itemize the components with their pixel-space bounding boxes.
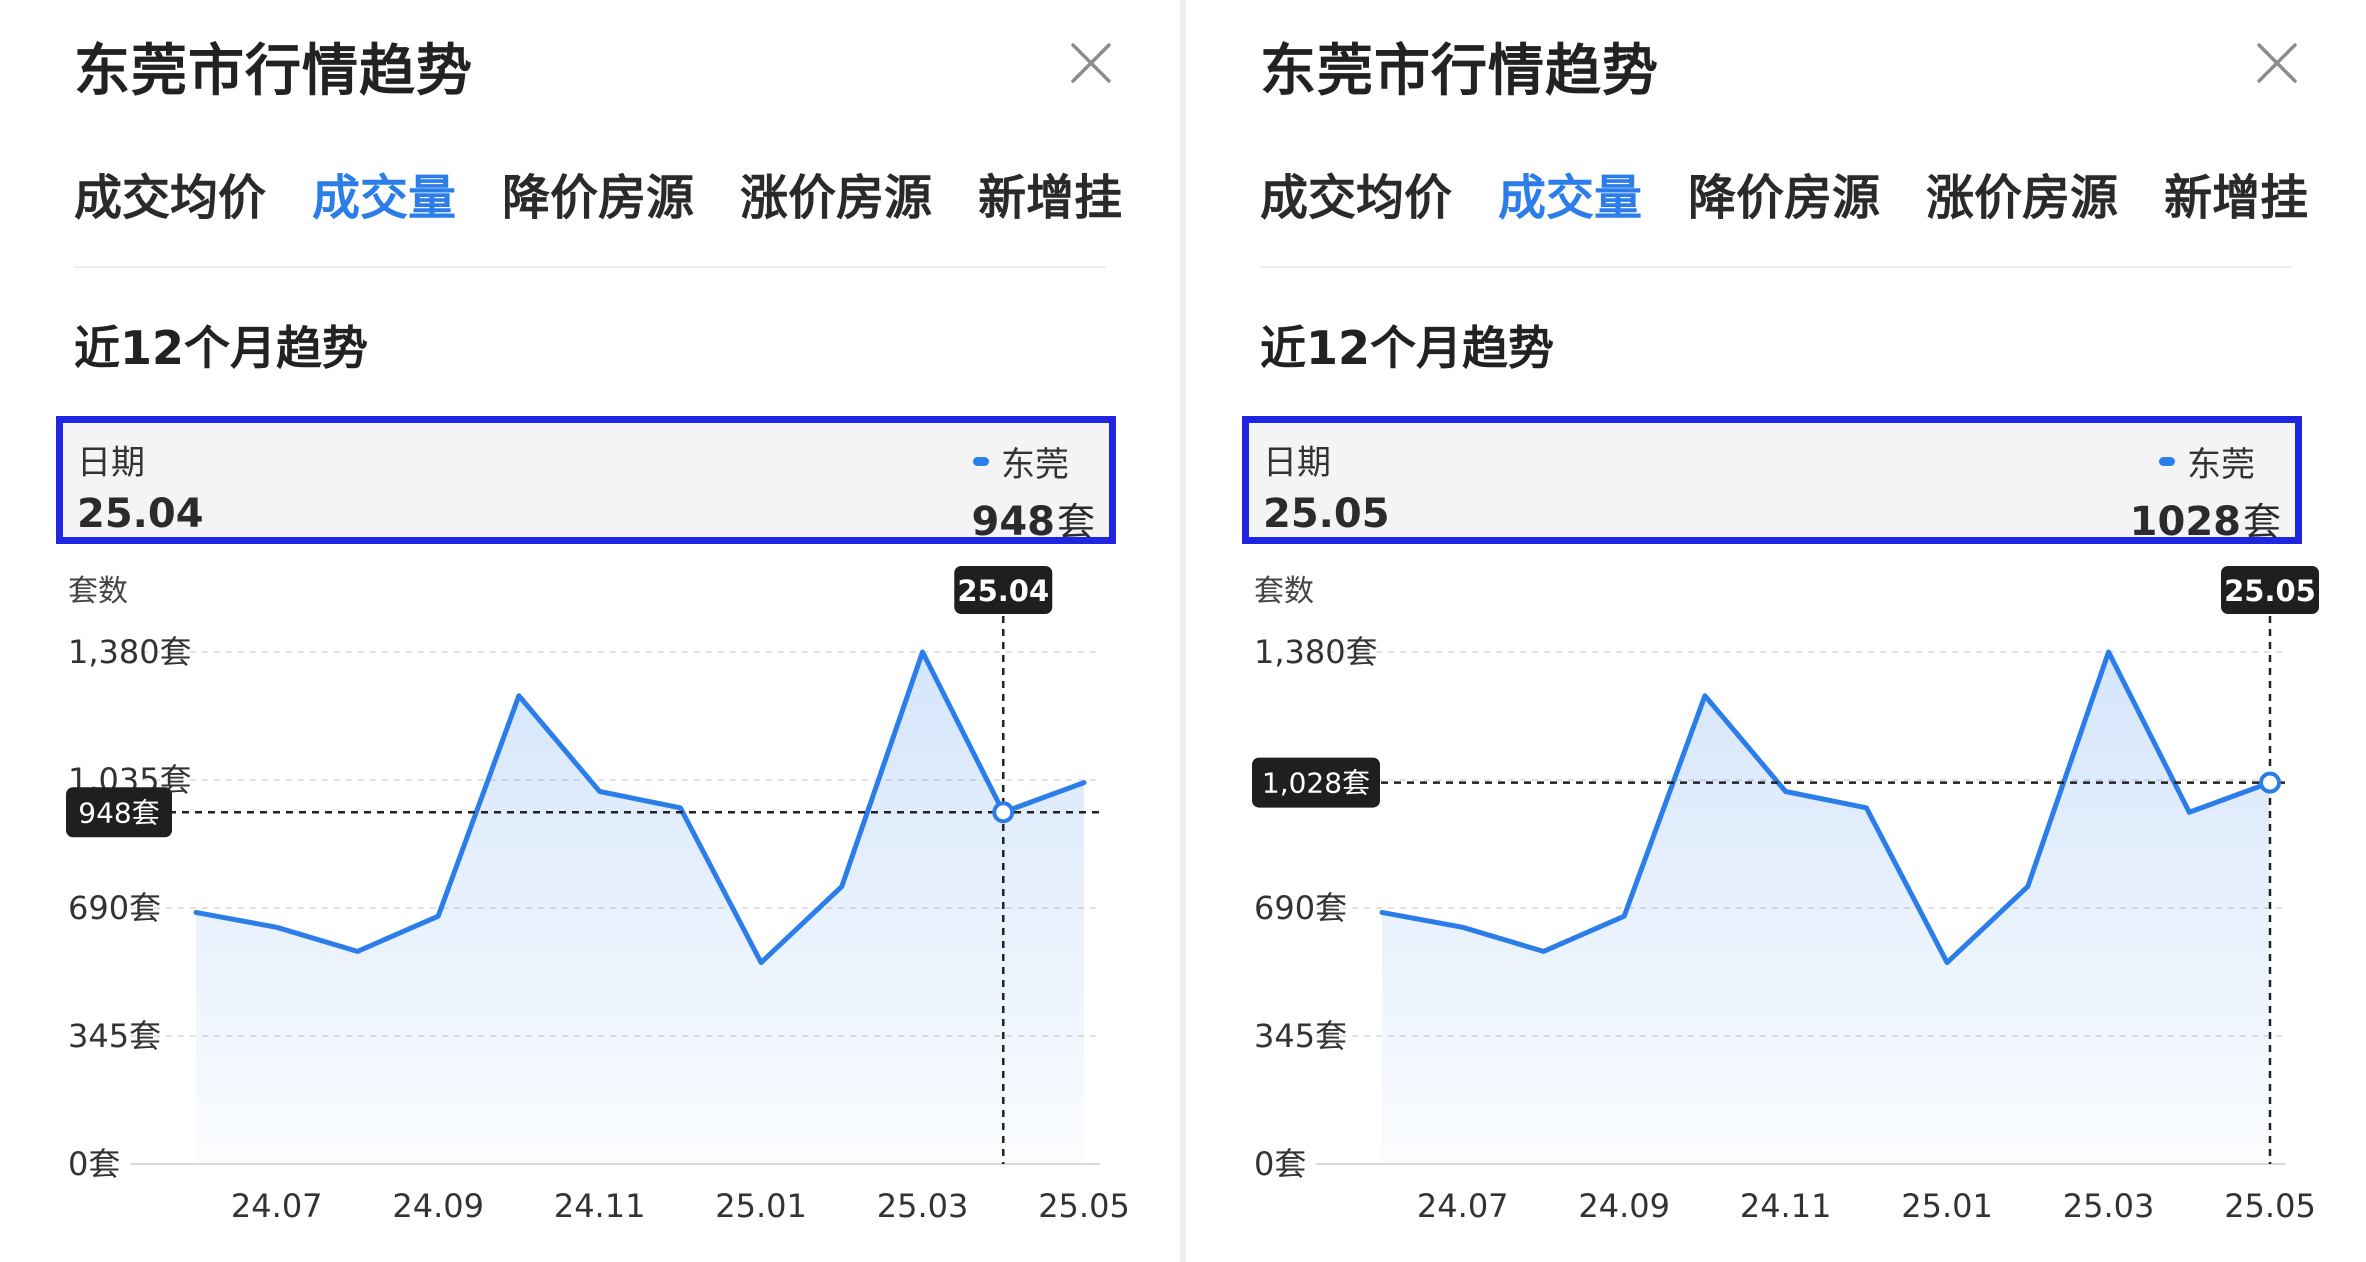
y-tick-label: 0套 <box>68 1145 120 1183</box>
x-tick-label: 24.09 <box>392 1187 484 1225</box>
section-title: 近12个月趋势 <box>74 321 369 375</box>
x-tick-label: 25.01 <box>715 1187 807 1225</box>
x-tick-label: 25.01 <box>1901 1187 1993 1225</box>
legend: 东莞 <box>2159 437 2255 486</box>
trend-panel-left: 东莞市行情趋势 成交均价 成交量 降价房源 涨价房源 新增挂 近12个月趋势 日期 25… <box>0 0 1180 1262</box>
date-value: 25.04 <box>77 491 204 537</box>
legend-swatch <box>973 457 989 466</box>
volume-chart-svg: 0套345套690套1,035套1,380套24.0724.0924.1125.… <box>66 566 1130 1225</box>
panel-title: 东莞市行情趋势 <box>74 39 473 104</box>
y-tick-label: 1,380套 <box>68 633 192 671</box>
y-tick-label: 690套 <box>68 889 161 927</box>
metric-tabs: 成交均价 成交量 降价房源 涨价房源 新增挂 <box>1260 158 2354 228</box>
x-tick-label: 25.05 <box>1038 1187 1130 1225</box>
x-tick-label: 25.03 <box>2063 1187 2155 1225</box>
x-tick-label: 24.07 <box>1417 1187 1509 1225</box>
x-tick-label: 24.11 <box>554 1187 646 1225</box>
selected-value: 1028套 <box>2130 491 2281 546</box>
date-value: 25.05 <box>1263 491 1390 537</box>
highlight-point <box>992 801 1015 824</box>
x-tick-label: 25.05 <box>2224 1187 2316 1225</box>
tab-avg-price[interactable]: 成交均价 <box>1260 158 1452 228</box>
selected-point-info: 日期 25.04 东莞 948套 <box>56 416 1116 546</box>
close-icon <box>2257 43 2297 83</box>
close-icon <box>1071 43 1111 83</box>
volume-chart[interactable]: 套数 0套345套690套1,035套1,380套24.0724.0924.11… <box>1186 566 2366 1262</box>
y-tick-label: 1,380套 <box>1254 633 1378 671</box>
x-tick-label: 25.03 <box>877 1187 969 1225</box>
selected-value-unit: 套 <box>1056 500 1095 544</box>
selected-point-info: 日期 25.05 东莞 1028套 <box>1242 416 2302 546</box>
selected-value-unit: 套 <box>2242 500 2281 544</box>
date-label: 日期 <box>77 443 145 483</box>
tab-volume[interactable]: 成交量 <box>312 158 456 228</box>
legend-swatch <box>2159 457 2175 466</box>
tab-new-listings[interactable]: 新增挂 <box>978 158 1122 228</box>
tab-volume[interactable]: 成交量 <box>1498 158 1642 228</box>
x-tick-label: 24.07 <box>231 1187 323 1225</box>
close-button[interactable] <box>1062 34 1120 92</box>
tab-price-rise[interactable]: 涨价房源 <box>1926 158 2118 228</box>
tab-price-drop[interactable]: 降价房源 <box>502 158 694 228</box>
y-tooltip-label: 1,028套 <box>1262 767 1370 800</box>
y-tick-label: 690套 <box>1254 889 1347 927</box>
highlight-point <box>2259 771 2281 794</box>
y-tick-label: 0套 <box>1254 1145 1306 1183</box>
tab-price-rise[interactable]: 涨价房源 <box>740 158 932 228</box>
y-tooltip-label: 948套 <box>78 796 159 829</box>
legend: 东莞 <box>973 437 1069 486</box>
tab-avg-price[interactable]: 成交均价 <box>74 158 266 228</box>
y-tick-label: 345套 <box>1254 1017 1347 1055</box>
panel-title: 东莞市行情趋势 <box>1260 39 1659 104</box>
tab-new-listings[interactable]: 新增挂 <box>2164 158 2308 228</box>
close-button[interactable] <box>2248 34 2306 92</box>
legend-label: 东莞 <box>2187 445 2255 485</box>
tab-divider <box>1260 266 2292 268</box>
legend-label: 东莞 <box>1001 445 1069 485</box>
x-tooltip-label: 25.05 <box>2224 574 2316 608</box>
section-title: 近12个月趋势 <box>1260 321 1555 375</box>
x-tick-label: 24.09 <box>1578 1187 1670 1225</box>
selected-value: 948套 <box>971 491 1095 546</box>
trend-panel-right: 东莞市行情趋势 成交均价 成交量 降价房源 涨价房源 新增挂 近12个月趋势 日期 25… <box>1186 0 2366 1262</box>
volume-chart[interactable]: 套数 0套345套690套1,035套1,380套24.0724.0924.11… <box>0 566 1180 1262</box>
x-tick-label: 24.11 <box>1740 1187 1832 1225</box>
y-tick-label: 345套 <box>68 1017 161 1055</box>
selected-value-number: 948 <box>971 499 1055 545</box>
tab-divider <box>74 266 1106 268</box>
metric-tabs: 成交均价 成交量 降价房源 涨价房源 新增挂 <box>74 158 1168 228</box>
volume-chart-svg: 0套345套690套1,035套1,380套24.0724.0924.1125.… <box>1252 566 2319 1225</box>
tab-price-drop[interactable]: 降价房源 <box>1688 158 1880 228</box>
series-area <box>1382 652 2270 1164</box>
series-area <box>196 652 1084 1164</box>
x-tooltip-label: 25.04 <box>957 574 1049 608</box>
selected-value-number: 1028 <box>2129 499 2241 545</box>
date-label: 日期 <box>1263 443 1331 483</box>
